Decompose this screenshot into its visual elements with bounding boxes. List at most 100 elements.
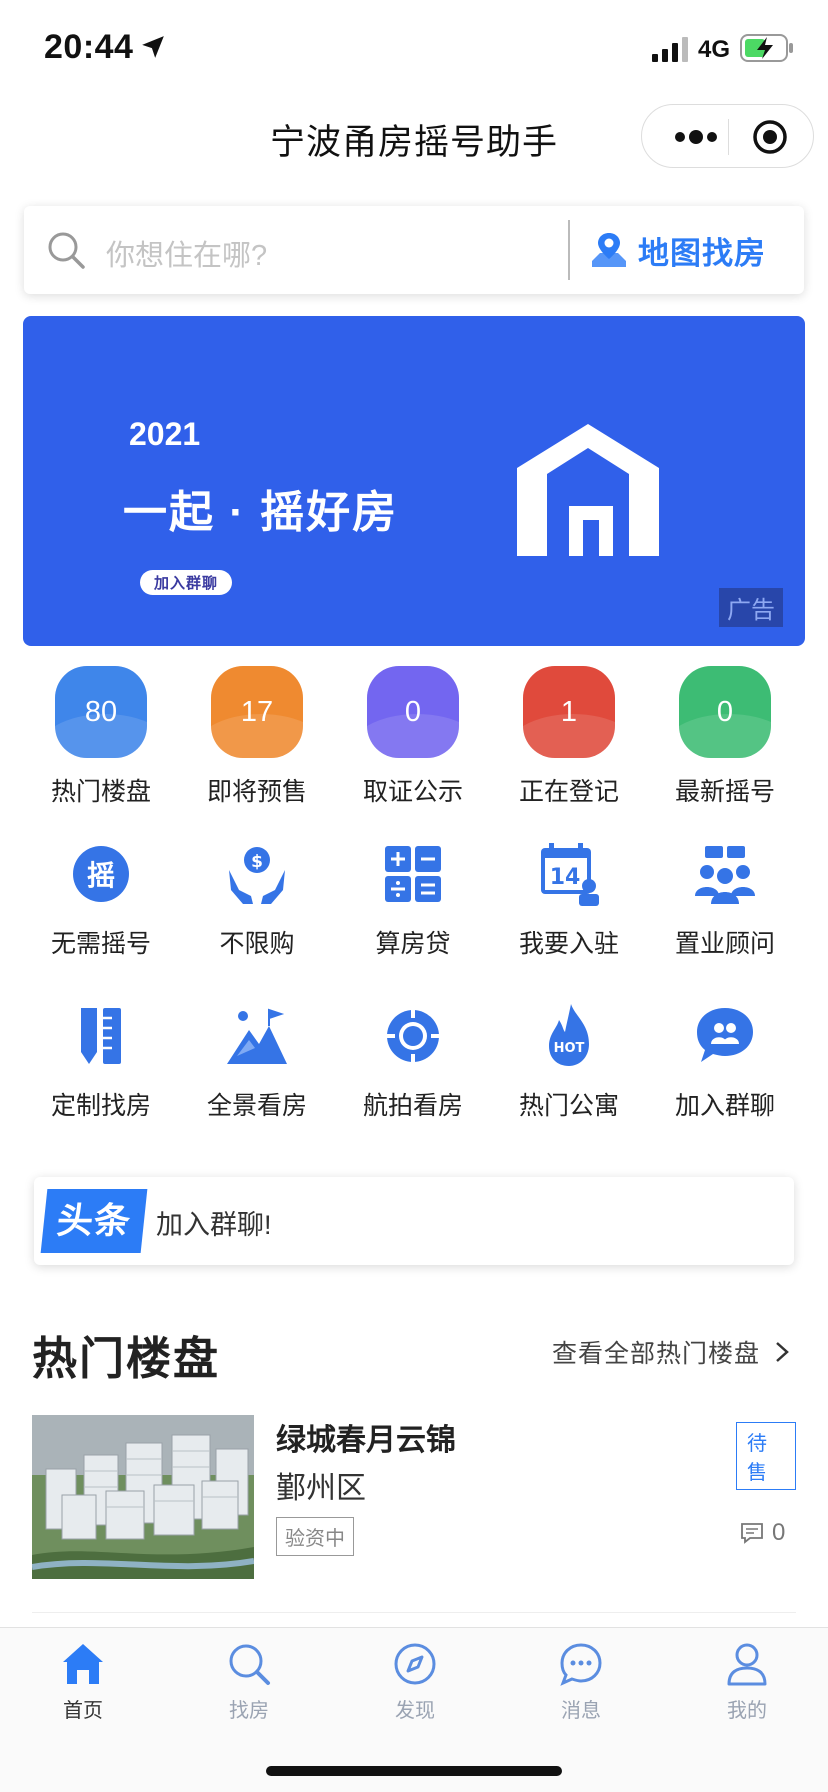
- listing-name: 绿城春月云锦: [276, 1424, 456, 1457]
- promo-banner[interactable]: 2021 一起 · 摇好房 加入群聊 广告: [23, 316, 805, 646]
- stat-latest-lottery[interactable]: 0 最新摇号: [647, 666, 803, 808]
- comment-count-value: 0: [772, 1519, 786, 1546]
- chat-group-icon: [697, 1008, 753, 1062]
- search-bar: 你想住在哪? 地图找房: [24, 206, 804, 294]
- hot-flame-icon: HOT: [549, 1004, 589, 1066]
- grid-item-no-lottery[interactable]: 摇 无需摇号: [23, 840, 179, 960]
- tab-find-house[interactable]: 找房: [166, 1640, 332, 1723]
- message-icon: [560, 1643, 602, 1686]
- tab-label: 发现: [395, 1700, 435, 1722]
- capital-status-tag: 验资中: [276, 1517, 354, 1556]
- grid-label: 置业顾问: [674, 930, 775, 958]
- banner-join-button[interactable]: 加入群聊: [140, 570, 233, 595]
- globe-lifebuoy-icon: [387, 1010, 439, 1062]
- banner-slogan: 一起 · 摇好房: [123, 488, 399, 537]
- stat-label: 热门楼盘: [50, 778, 151, 806]
- location-arrow-icon: [142, 36, 164, 58]
- navigation-bar: 宁波甬房摇号助手: [0, 96, 828, 176]
- listing-divider: [32, 1612, 796, 1613]
- map-pin-icon: [592, 233, 626, 267]
- svg-text:摇: 摇: [87, 859, 115, 892]
- tab-discover[interactable]: 发现: [332, 1640, 498, 1723]
- tab-label: 找房: [229, 1700, 269, 1722]
- search-icon: [48, 232, 85, 269]
- tab-me[interactable]: 我的: [664, 1640, 828, 1723]
- close-mini-program-icon[interactable]: [752, 119, 788, 155]
- grid-label: 定制找房: [50, 1092, 151, 1120]
- grid-label: 无需摇号: [50, 930, 151, 958]
- search-tab-icon: [229, 1644, 270, 1685]
- svg-text:HOT: HOT: [554, 1041, 585, 1056]
- map-search-button[interactable]: 地图找房: [590, 228, 766, 272]
- stat-count: 1: [523, 666, 615, 758]
- view-all-label: 查看全部热门楼盘: [552, 1340, 761, 1368]
- stat-hot-projects[interactable]: 80 热门楼盘: [23, 666, 179, 808]
- svg-text:$: $: [251, 852, 263, 872]
- consultants-icon: [695, 846, 755, 904]
- more-icon[interactable]: [666, 121, 726, 153]
- home-icon: [63, 1644, 103, 1684]
- grid-label: 算房贷: [375, 930, 451, 958]
- headline-bar[interactable]: 头条 加入群聊!: [34, 1177, 794, 1265]
- stat-count: 80: [55, 666, 147, 758]
- search-divider: [568, 220, 570, 280]
- listing-card[interactable]: 绿城春月云锦 鄞州区 验资中 待售 0: [32, 1415, 796, 1580]
- stat-label: 取证公示: [362, 778, 463, 806]
- home-indicator: [266, 1766, 562, 1776]
- ruler-pencil-icon: [81, 1008, 121, 1064]
- grid-item-panorama[interactable]: 全景看房: [179, 1002, 335, 1122]
- view-all-link[interactable]: 查看全部热门楼盘: [552, 1334, 790, 1370]
- compass-icon: [394, 1643, 436, 1685]
- capsule-divider: [728, 119, 729, 155]
- grid-item-join-group[interactable]: 加入群聊: [647, 1002, 803, 1122]
- sale-status-badge: 待售: [736, 1422, 796, 1490]
- status-bar: 20:44 4G: [0, 0, 828, 96]
- grid-label: 不限购: [219, 930, 295, 958]
- grid-item-consultants[interactable]: 置业顾问: [647, 840, 803, 960]
- tab-label: 消息: [561, 1700, 601, 1722]
- stat-upcoming-presale[interactable]: 17 即将预售: [179, 666, 335, 808]
- chevron-right-icon: [776, 1342, 789, 1362]
- house-icon: [517, 424, 659, 556]
- calculator-icon: [385, 846, 441, 902]
- stat-count: 17: [211, 666, 303, 758]
- grid-item-custom-search[interactable]: 定制找房: [23, 1002, 179, 1122]
- grid-label: 加入群聊: [674, 1092, 775, 1120]
- mini-program-capsule: [641, 104, 814, 168]
- grid-label: 我要入驻: [518, 930, 619, 958]
- yao-icon: 摇: [73, 846, 129, 902]
- stat-count: 0: [367, 666, 459, 758]
- stat-count: 0: [679, 666, 771, 758]
- headline-text: 加入群聊!: [156, 1210, 272, 1240]
- svg-text:14: 14: [550, 865, 581, 890]
- map-search-label: 地图找房: [638, 235, 766, 271]
- user-icon: [727, 1643, 767, 1686]
- stat-label: 正在登记: [518, 778, 619, 806]
- grid-label: 全景看房: [206, 1092, 307, 1120]
- app-screen: 20:44 4G 宁波甬房摇号助手 你想住在哪? 地图找房 2021 一起 · …: [0, 0, 828, 1792]
- grid-item-unlimited[interactable]: $ 不限购: [179, 840, 335, 960]
- mountain-flag-icon: [227, 1008, 287, 1064]
- stat-registering[interactable]: 1 正在登记: [491, 666, 647, 808]
- grid-item-aerial[interactable]: 航拍看房: [335, 1002, 491, 1122]
- battery-charging-icon: [740, 34, 793, 62]
- money-hands-icon: $: [229, 847, 285, 904]
- grid-label: 热门公寓: [518, 1092, 619, 1120]
- stat-label: 即将预售: [206, 778, 307, 806]
- search-input[interactable]: 你想住在哪?: [106, 232, 267, 274]
- tab-label: 我的: [727, 1700, 767, 1722]
- tab-label: 首页: [63, 1700, 103, 1722]
- tab-messages[interactable]: 消息: [498, 1640, 664, 1723]
- stat-license-notice[interactable]: 0 取证公示: [335, 666, 491, 808]
- section-title: 热门楼盘: [32, 1333, 221, 1384]
- tab-home[interactable]: 首页: [0, 1640, 166, 1723]
- ad-label: 广告: [719, 588, 783, 627]
- stats-row: 80 热门楼盘 17 即将预售 0 取证公示 1 正在登记 0 最新摇号: [0, 666, 828, 806]
- calendar-14-icon: 14: [541, 843, 599, 906]
- grid-item-hot-apartments[interactable]: HOT 热门公寓: [491, 1002, 647, 1122]
- grid-item-mortgage-calculator[interactable]: 算房贷: [335, 840, 491, 960]
- stat-label: 最新摇号: [674, 778, 775, 806]
- comment-count[interactable]: 0: [740, 1519, 785, 1547]
- signal-icon: [652, 37, 688, 62]
- grid-item-join-platform[interactable]: 14 我要入驻: [491, 840, 647, 960]
